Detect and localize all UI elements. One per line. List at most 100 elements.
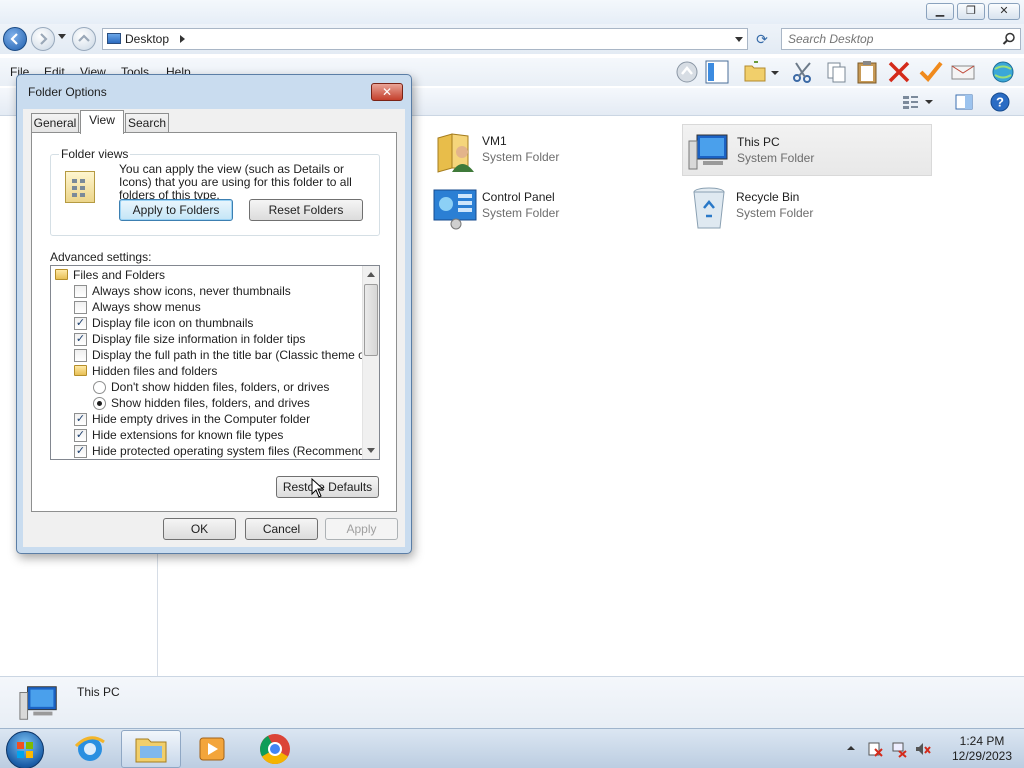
- item-control-panel[interactable]: Control Panel System Folder: [428, 180, 678, 232]
- address-dropdown-icon[interactable]: [735, 37, 743, 42]
- setting-checkbox[interactable]: ✓: [74, 333, 87, 346]
- taskbar-media-player[interactable]: [182, 730, 242, 768]
- setting-radio[interactable]: [93, 381, 106, 394]
- arrow-up-icon: [78, 34, 90, 42]
- start-button[interactable]: [6, 731, 44, 768]
- reset-folders-button[interactable]: Reset Folders: [249, 199, 363, 221]
- scroll-up-icon[interactable]: [367, 272, 375, 277]
- item-this-pc[interactable]: This PC System Folder: [682, 124, 932, 176]
- clock[interactable]: 1:24 PM 12/29/2023: [940, 734, 1024, 764]
- minimize-button[interactable]: ▁: [926, 3, 954, 20]
- address-bar[interactable]: Desktop: [102, 28, 748, 50]
- check-icon[interactable]: [918, 60, 944, 84]
- setting-label: Hide empty drives in the Computer folder: [92, 412, 311, 426]
- chevron-down-icon[interactable]: [922, 90, 936, 114]
- setting-checkbox[interactable]: [74, 285, 87, 298]
- item-type: System Folder: [482, 206, 560, 220]
- taskbar-internet-explorer[interactable]: [60, 730, 120, 768]
- help-icon[interactable]: ?: [988, 90, 1012, 114]
- setting-checkbox[interactable]: ✓: [74, 429, 87, 442]
- maximize-button[interactable]: ❐: [957, 3, 985, 20]
- clock-time: 1:24 PM: [959, 734, 1005, 748]
- desktop-icon: [107, 33, 121, 44]
- setting-label: Hide protected operating system files (R…: [92, 444, 380, 458]
- volume-muted-icon[interactable]: [914, 740, 932, 758]
- setting-checkbox[interactable]: ✓: [74, 317, 87, 330]
- tab-general[interactable]: General: [31, 113, 79, 134]
- show-hidden-icons-icon[interactable]: [844, 741, 858, 755]
- advanced-scrollbar[interactable]: [362, 266, 379, 459]
- chevron-down-icon[interactable]: [768, 60, 782, 84]
- scroll-down-icon[interactable]: [367, 448, 375, 453]
- restore-defaults-button[interactable]: Restore Defaults: [276, 476, 379, 498]
- clock-date: 12/29/2023: [951, 749, 1013, 763]
- details-pane: This PC: [0, 676, 1024, 728]
- setting-checkbox[interactable]: ✓: [74, 445, 87, 458]
- search-icon[interactable]: [1002, 32, 1016, 46]
- search-input[interactable]: [788, 31, 998, 47]
- tab-view[interactable]: View: [80, 110, 124, 134]
- setting-checkbox[interactable]: ✓: [74, 413, 87, 426]
- folder-options-dialog: Folder Options ✕ General View Search Fol…: [16, 74, 412, 554]
- taskbar-chrome[interactable]: [245, 730, 305, 768]
- setting-label: Always show icons, never thumbnails: [92, 284, 291, 298]
- network-icon[interactable]: [890, 740, 908, 758]
- chevron-right-icon[interactable]: [180, 35, 185, 43]
- item-recycle-bin[interactable]: Recycle Bin System Folder: [682, 180, 932, 232]
- setting-label: Show hidden files, folders, and drives: [111, 396, 310, 410]
- folder-views-icon: [65, 171, 95, 203]
- refresh-icon[interactable]: ⟳: [752, 30, 772, 48]
- folder-icon: [55, 269, 68, 280]
- computer-icon: [688, 134, 728, 170]
- media-player-icon: [199, 737, 225, 761]
- setting-label: Always show menus: [92, 300, 201, 314]
- setting-checkbox[interactable]: [74, 301, 87, 314]
- globe-icon[interactable]: [990, 60, 1016, 84]
- cancel-button[interactable]: Cancel: [245, 518, 318, 540]
- preview-pane-icon[interactable]: [952, 90, 976, 114]
- apply-to-folders-button[interactable]: Apply to Folders: [119, 199, 233, 221]
- dialog-body: General View Search Folder views You can…: [23, 109, 405, 547]
- apply-button[interactable]: Apply: [325, 518, 398, 540]
- advanced-settings-list[interactable]: Files and Folders Always show icons, neve…: [50, 265, 380, 460]
- arrow-left-icon: [10, 33, 18, 45]
- folder-icon[interactable]: [742, 60, 768, 84]
- svg-text:?: ?: [996, 95, 1004, 110]
- scroll-thumb[interactable]: [364, 284, 378, 356]
- folder-views-legend: Folder views: [59, 147, 131, 161]
- tab-search[interactable]: Search: [125, 113, 169, 134]
- view-options-icon[interactable]: [900, 90, 920, 114]
- item-vm1[interactable]: VM1 System Folder: [428, 124, 678, 176]
- setting-label: Don't show hidden files, folders, or dri…: [111, 380, 330, 394]
- pane-icon[interactable]: [704, 60, 730, 84]
- back-button[interactable]: [3, 27, 27, 51]
- search-box[interactable]: [781, 28, 1021, 50]
- control-panel-icon: [433, 189, 477, 230]
- title-bar: ▁ ❐ ✕: [0, 0, 1024, 24]
- dialog-close-button[interactable]: ✕: [371, 83, 403, 101]
- ok-button[interactable]: OK: [163, 518, 236, 540]
- cut-icon[interactable]: [790, 60, 816, 84]
- setting-radio[interactable]: [93, 397, 106, 410]
- email-icon[interactable]: [950, 60, 976, 84]
- close-button[interactable]: ✕: [988, 3, 1020, 20]
- up-button[interactable]: [72, 27, 96, 51]
- copy-icon[interactable]: [824, 60, 850, 84]
- internet-explorer-icon: [74, 736, 105, 761]
- address-location[interactable]: Desktop: [125, 32, 169, 46]
- setting-label: Files and Folders: [73, 268, 166, 282]
- item-name: This PC: [737, 135, 780, 149]
- mouse-cursor-icon: [311, 478, 325, 498]
- delete-icon[interactable]: [886, 60, 912, 84]
- item-name: VM1: [482, 134, 507, 148]
- up-icon[interactable]: [674, 60, 700, 84]
- setting-checkbox[interactable]: [74, 349, 87, 362]
- item-type: System Folder: [736, 206, 814, 220]
- paste-icon[interactable]: [854, 60, 880, 84]
- recent-pages-dropdown[interactable]: [58, 34, 66, 39]
- item-name: Control Panel: [482, 190, 555, 204]
- action-center-icon[interactable]: [866, 740, 884, 758]
- taskbar-file-explorer[interactable]: [121, 730, 181, 768]
- address-row: Desktop ⟳: [0, 24, 1024, 54]
- forward-button[interactable]: [31, 27, 55, 51]
